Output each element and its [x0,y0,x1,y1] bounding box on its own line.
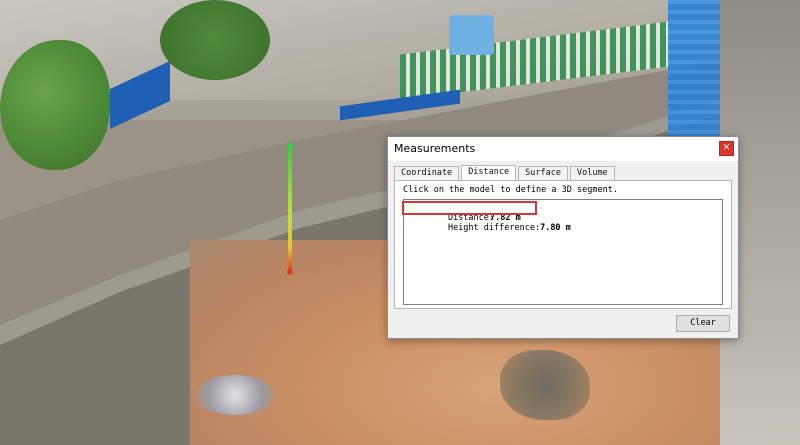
tree [160,0,270,80]
results-box: Distance: 7.82 m Height difference:7.80 m [402,199,723,305]
tree [0,40,110,170]
scaffolding [668,0,720,140]
excavator-debris [500,350,590,420]
instruction-text: Click on the model to define a 3D segmen… [403,185,618,195]
dialog-title: Measurements [394,142,476,155]
measurement-segment [288,143,292,273]
tab-volume[interactable]: Volume [569,166,615,180]
debris-pile [195,375,275,415]
height-difference-row: Height difference:7.80 m [407,213,571,243]
segment-start-point[interactable] [287,143,293,149]
dialog-titlebar[interactable]: Measurements ✕ [388,137,738,161]
close-icon[interactable]: ✕ [719,141,734,156]
segment-end-point[interactable] [287,269,293,275]
tab-coordinate[interactable]: Coordinate [394,166,460,180]
measurement-tabs: Coordinate Distance Surface Volume [394,165,617,180]
height-difference-label: Height difference: [447,223,541,233]
measurements-dialog: Measurements ✕ Coordinate Distance Surfa… [387,136,739,339]
tab-surface[interactable]: Surface [518,166,568,180]
clear-button[interactable]: Clear [676,315,730,332]
distance-tab-panel: Click on the model to define a 3D segmen… [394,180,732,309]
height-difference-value: 7.80 m [540,223,571,233]
tab-distance[interactable]: Distance [461,165,517,180]
blue-equipment [449,15,494,55]
